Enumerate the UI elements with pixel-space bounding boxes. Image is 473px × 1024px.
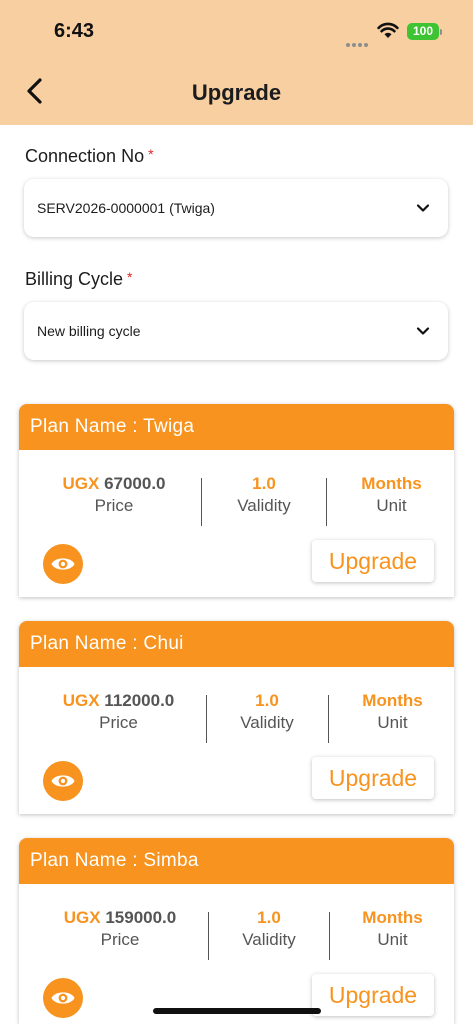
unit-stat: Months Unit bbox=[345, 691, 440, 733]
unit-stat: Months Unit bbox=[345, 908, 440, 950]
battery-indicator: 100 bbox=[407, 23, 439, 40]
plan-card-chui: Plan Name : Chui UGX 112000.0 Price 1.0 … bbox=[19, 621, 454, 814]
validity-stat: 1.0 Validity bbox=[224, 908, 314, 950]
validity-stat: 1.0 Validity bbox=[219, 474, 309, 516]
home-indicator bbox=[153, 1008, 321, 1014]
view-plan-button[interactable] bbox=[43, 544, 83, 584]
battery-level: 100 bbox=[412, 24, 434, 38]
billing-cycle-select[interactable]: New billing cycle bbox=[24, 302, 448, 360]
connection-no-value: SERV2026-0000001 (Twiga) bbox=[37, 200, 215, 216]
chevron-down-icon bbox=[416, 327, 430, 335]
view-plan-button[interactable] bbox=[43, 978, 83, 1018]
plan-name: Plan Name : Chui bbox=[19, 621, 454, 667]
currency: UGX bbox=[63, 908, 101, 927]
cellular-signal-icon bbox=[346, 34, 370, 52]
upgrade-button[interactable]: Upgrade bbox=[312, 974, 434, 1016]
status-time: 6:43 bbox=[54, 20, 95, 42]
plan-name: Plan Name : Simba bbox=[19, 838, 454, 884]
upgrade-button[interactable]: Upgrade bbox=[312, 540, 434, 582]
price-value: 159000.0 bbox=[105, 908, 177, 927]
validity-label: Validity bbox=[237, 496, 291, 515]
connection-no-select[interactable]: SERV2026-0000001 (Twiga) bbox=[24, 179, 448, 237]
divider bbox=[326, 478, 327, 526]
price-stat: UGX 67000.0 Price bbox=[39, 474, 189, 516]
divider bbox=[206, 695, 207, 743]
battery-tip bbox=[440, 29, 442, 35]
chevron-left-icon bbox=[27, 78, 42, 104]
plan-name: Plan Name : Twiga bbox=[19, 404, 454, 450]
back-button[interactable] bbox=[18, 74, 52, 108]
currency: UGX bbox=[62, 474, 100, 493]
unit-value: Months bbox=[362, 908, 423, 927]
divider bbox=[328, 695, 329, 743]
billing-cycle-label-text: Billing Cycle bbox=[25, 269, 124, 289]
validity-label: Validity bbox=[240, 713, 294, 732]
unit-label: Unit bbox=[377, 713, 408, 732]
unit-label: Unit bbox=[376, 496, 407, 515]
wifi-icon bbox=[377, 22, 399, 38]
eye-icon bbox=[51, 992, 75, 1004]
view-plan-button[interactable] bbox=[43, 761, 83, 801]
price-label: Price bbox=[100, 930, 140, 949]
price-value: 112000.0 bbox=[104, 691, 175, 710]
required-mark: * bbox=[127, 269, 133, 285]
status-bar: 6:43 100 bbox=[0, 0, 473, 60]
page-title: Upgrade bbox=[191, 80, 282, 105]
billing-cycle-label: Billing Cycle * bbox=[25, 269, 133, 290]
validity-stat: 1.0 Validity bbox=[222, 691, 312, 733]
unit-value: Months bbox=[361, 474, 422, 493]
billing-cycle-value: New billing cycle bbox=[37, 323, 141, 339]
currency: UGX bbox=[62, 691, 100, 710]
required-mark: * bbox=[148, 146, 154, 162]
unit-value: Months bbox=[362, 691, 423, 710]
plan-card-twiga: Plan Name : Twiga UGX 67000.0 Price 1.0 … bbox=[19, 404, 454, 597]
eye-icon bbox=[51, 775, 75, 787]
unit-label: Unit bbox=[377, 930, 408, 949]
connection-no-label-text: Connection No bbox=[25, 146, 145, 166]
eye-icon bbox=[51, 558, 75, 570]
divider bbox=[201, 478, 202, 526]
plan-stats: UGX 112000.0 Price 1.0 Validity Months U… bbox=[19, 691, 454, 747]
validity-value: 1.0 bbox=[255, 691, 279, 710]
divider bbox=[329, 912, 330, 960]
validity-label: Validity bbox=[242, 930, 296, 949]
upgrade-button[interactable]: Upgrade bbox=[312, 757, 434, 799]
unit-stat: Months Unit bbox=[344, 474, 439, 516]
plan-stats: UGX 159000.0 Price 1.0 Validity Months U… bbox=[19, 908, 454, 964]
connection-no-label: Connection No * bbox=[25, 146, 154, 167]
validity-value: 1.0 bbox=[257, 908, 281, 927]
validity-value: 1.0 bbox=[252, 474, 276, 493]
divider bbox=[208, 912, 209, 960]
chevron-down-icon bbox=[416, 204, 430, 212]
price-label: Price bbox=[99, 713, 138, 732]
plan-stats: UGX 67000.0 Price 1.0 Validity Months Un… bbox=[19, 474, 454, 530]
price-value: 67000.0 bbox=[104, 474, 166, 493]
price-stat: UGX 159000.0 Price bbox=[36, 908, 204, 950]
price-label: Price bbox=[94, 496, 134, 515]
plan-card-simba: Plan Name : Simba UGX 159000.0 Price 1.0… bbox=[19, 838, 454, 1024]
price-stat: UGX 112000.0 Price bbox=[36, 691, 201, 733]
nav-bar: Upgrade bbox=[0, 60, 473, 125]
